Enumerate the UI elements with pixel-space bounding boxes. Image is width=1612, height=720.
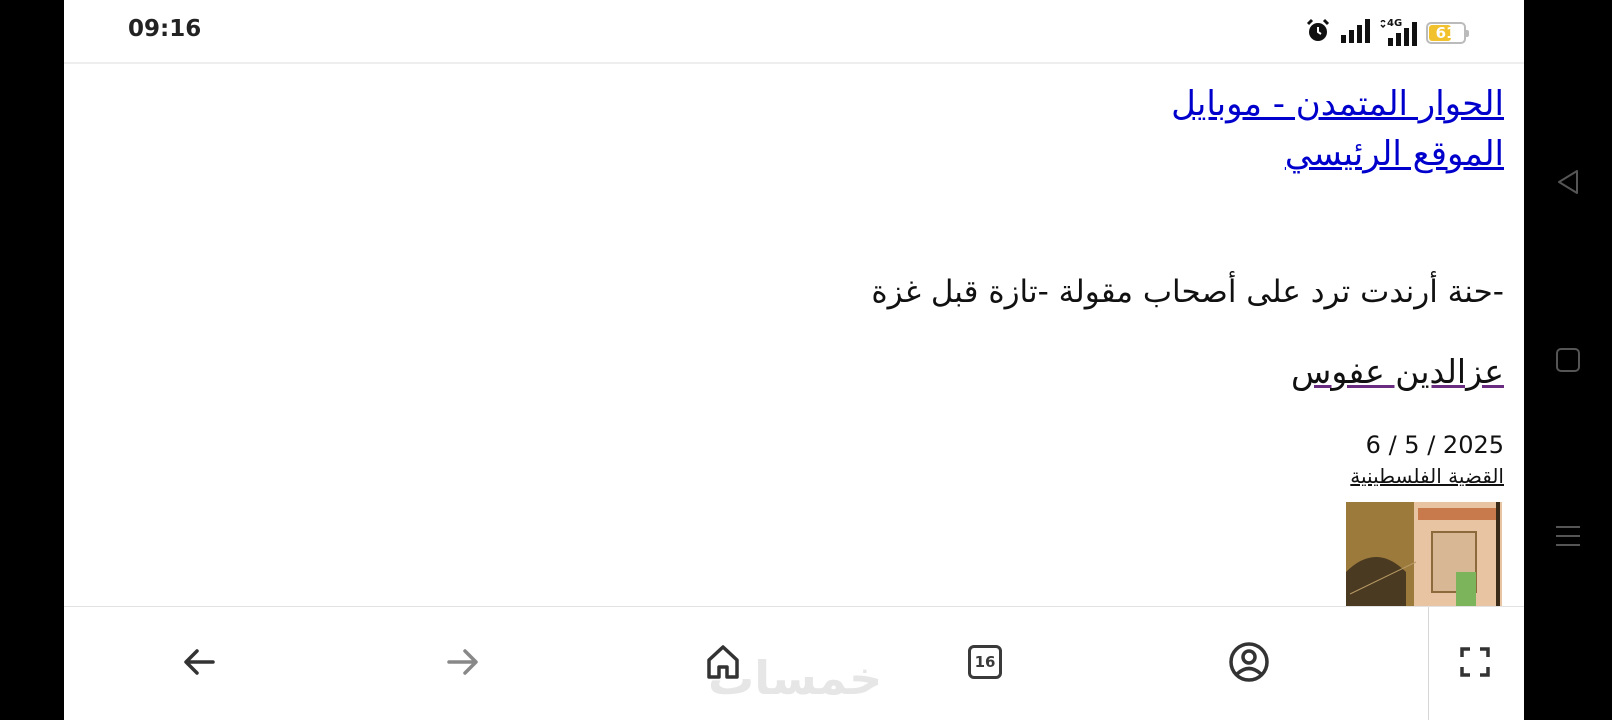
signal-icon (1340, 19, 1370, 47)
fullscreen-button[interactable] (1450, 637, 1500, 687)
back-button[interactable] (174, 637, 224, 687)
tabs-button[interactable]: 16 (960, 637, 1010, 687)
battery-icon: 61 (1426, 22, 1469, 44)
phone-screen: 09:16 4G 61 الحوار المتمدن - موبايل المو… (64, 0, 1524, 720)
mobile-site-link[interactable]: الحوار المتمدن - موبايل (1171, 84, 1504, 124)
article-thumbnail[interactable] (1346, 502, 1502, 606)
back-icon (184, 649, 215, 675)
main-site-link[interactable]: الموقع الرئيسي (1285, 134, 1504, 174)
home-button[interactable] (698, 637, 748, 687)
article-title: -حنة أرندت ترد على أصحاب مقولة -تازة قبل… (871, 274, 1504, 310)
account-button[interactable] (1224, 637, 1274, 687)
forward-button[interactable] (438, 637, 488, 687)
battery-level: 61 (1435, 24, 1457, 42)
status-bar: 09:16 4G 61 (64, 0, 1524, 64)
tabs-icon: 16 (968, 645, 1002, 679)
system-back-button[interactable] (1550, 164, 1586, 200)
home-square-icon (1556, 348, 1580, 372)
back-triangle-icon (1558, 170, 1578, 194)
alarm-icon (1305, 18, 1331, 48)
account-icon (1229, 642, 1269, 682)
web-content[interactable]: الحوار المتمدن - موبايل الموقع الرئيسي -… (64, 66, 1524, 606)
status-time: 09:16 (128, 16, 202, 42)
left-bezel (0, 0, 64, 720)
toolbar-divider (1428, 607, 1429, 720)
fullscreen-icon (1460, 647, 1490, 677)
category-link[interactable]: القضية الفلسطينية (1350, 464, 1504, 488)
author-link[interactable]: عزالدين عفوس (1291, 352, 1504, 391)
status-icons: 4G 61 (1305, 18, 1469, 48)
forward-icon (447, 649, 478, 675)
network-label: 4G (1387, 18, 1403, 29)
home-icon (707, 645, 739, 679)
signal-4g-icon: 4G (1379, 18, 1417, 46)
menu-icon (1556, 526, 1580, 546)
system-nav-bar (1524, 0, 1612, 720)
browser-toolbar: خمسات 16 (64, 606, 1524, 720)
article-date: 2025 / 5 / 6 (1365, 431, 1504, 459)
system-home-button[interactable] (1550, 342, 1586, 378)
system-menu-button[interactable] (1550, 518, 1586, 554)
battery-tip (1466, 30, 1469, 37)
